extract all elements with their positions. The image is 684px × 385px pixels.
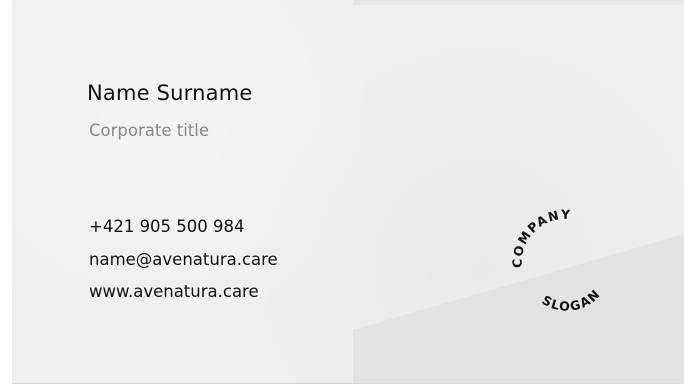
card-phone: +421 905 500 984 [89,217,245,236]
card-email: name@avenatura.care [89,250,278,269]
logo-slogan-text: SLOGAN [540,286,604,314]
logo-company-text: COMPANY [510,207,572,268]
card-name: Name Surname [87,81,253,105]
card-title: Corporate title [89,121,209,140]
company-logo: COMPANY SLOGAN [510,207,604,314]
card-website: www.avenatura.care [89,282,259,301]
business-card-mockup: Name Surname Corporate title +421 905 50… [0,0,684,385]
